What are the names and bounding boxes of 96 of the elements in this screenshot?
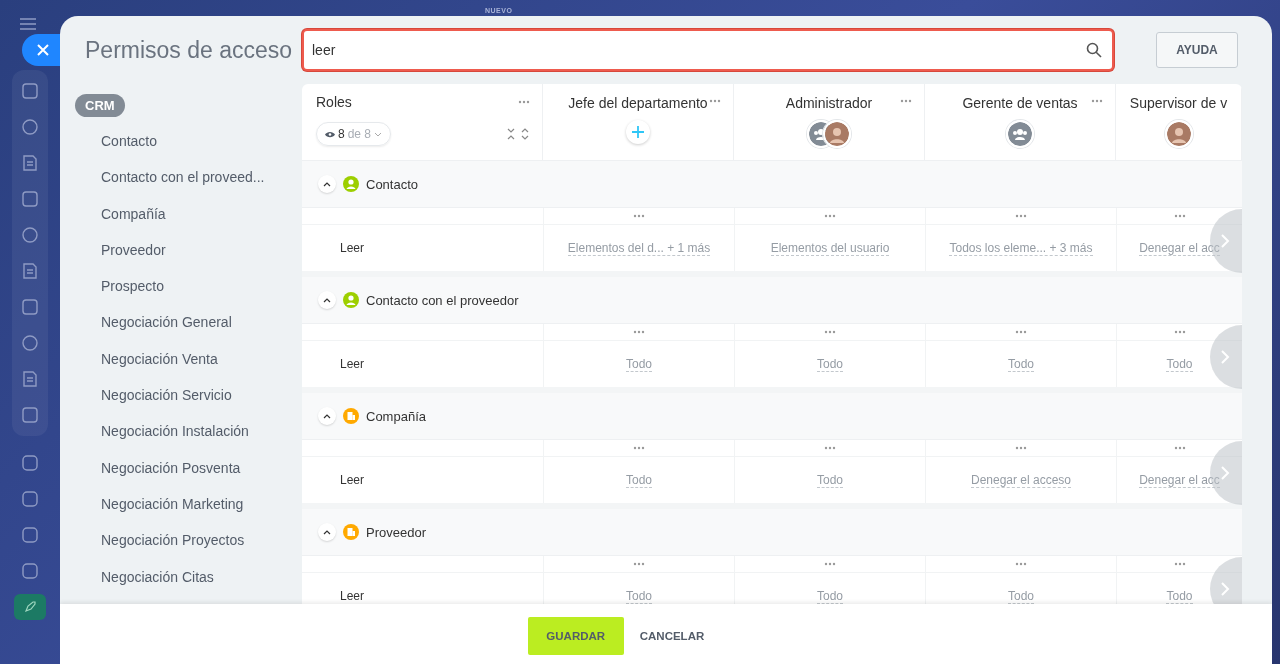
more-icon[interactable] — [633, 446, 645, 450]
more-icon[interactable] — [1015, 562, 1027, 566]
sidebar-item[interactable]: Contacto con el proveed... — [75, 159, 265, 196]
group-avatar-icon — [1006, 120, 1034, 148]
add-member-button[interactable] — [626, 120, 650, 144]
collapse-toggle[interactable] — [318, 175, 336, 193]
sidebar-item[interactable]: Negociación Venta — [75, 340, 218, 378]
visible-count: 8 — [338, 127, 345, 141]
chevron-right-icon — [1220, 581, 1230, 597]
more-icon[interactable] — [900, 99, 912, 103]
permission-label: Leer — [340, 589, 365, 603]
section-title: Contacto con el proveedor — [366, 292, 519, 308]
permission-value[interactable]: Todo — [626, 472, 652, 488]
chevron-right-icon — [1220, 349, 1230, 365]
more-icon[interactable] — [1015, 214, 1027, 218]
permission-value[interactable]: Todo — [817, 588, 843, 604]
sidebar-item[interactable]: Negociación Servicio — [75, 377, 232, 414]
user-avatar — [1164, 120, 1193, 148]
permission-value[interactable]: Todo — [1166, 588, 1193, 604]
close-icon — [37, 44, 49, 56]
section-title: Proveedor — [366, 524, 426, 540]
role-name: Administrador — [785, 95, 873, 111]
section-title: Contacto — [366, 176, 419, 192]
permission-label: Leer — [340, 357, 365, 371]
more-icon[interactable] — [633, 562, 645, 566]
more-icon[interactable] — [518, 100, 530, 104]
chevron-right-icon — [1220, 465, 1230, 481]
roles-header: Roles — [316, 94, 352, 110]
chevron-down-icon — [374, 131, 383, 137]
chevron-icon — [323, 413, 331, 419]
sidebar-item[interactable]: Negociación Instalación — [75, 413, 249, 450]
menu-icon[interactable] — [20, 18, 36, 30]
sidebar-item[interactable]: Negociación Marketing — [75, 485, 244, 523]
more-icon[interactable] — [824, 446, 836, 450]
more-icon[interactable] — [1015, 446, 1027, 450]
cancel-button[interactable]: CANCELAR — [629, 617, 715, 655]
permission-value[interactable]: Todo — [626, 588, 652, 604]
permission-value[interactable]: Denegar el acc — [1139, 472, 1220, 488]
permission-value[interactable]: Denegar el acceso — [970, 472, 1072, 488]
permission-value[interactable]: Elementos del d... + 1 más — [567, 240, 711, 256]
more-icon[interactable] — [824, 330, 836, 334]
expand-all-icon[interactable] — [520, 128, 530, 140]
more-icon[interactable] — [1091, 99, 1103, 103]
plus-icon — [632, 126, 644, 138]
rocket-button[interactable] — [14, 594, 46, 620]
role-name: Supervisor de v — [1129, 95, 1228, 111]
more-icon[interactable] — [633, 214, 645, 218]
permission-value[interactable]: Denegar el acc — [1139, 240, 1220, 256]
sidebar-item[interactable]: Compañía — [75, 195, 166, 232]
chevron-right-icon — [1220, 233, 1230, 249]
permission-value[interactable]: Todo — [1008, 356, 1034, 372]
permission-value[interactable]: Todo — [1008, 588, 1034, 604]
permission-label: Leer — [340, 241, 365, 255]
user-avatar — [823, 120, 851, 148]
eye-icon — [325, 130, 335, 138]
collapse-all-icon[interactable] — [506, 128, 516, 140]
chevron-icon — [323, 181, 331, 187]
permission-label: Leer — [340, 473, 365, 487]
role-name: Gerente de ventas — [962, 95, 1078, 111]
close-button[interactable] — [22, 34, 60, 66]
section-title: Compañía — [366, 408, 426, 424]
search-field[interactable]: leer — [302, 29, 1114, 71]
more-icon[interactable] — [824, 214, 836, 218]
permission-value[interactable]: Todos los eleme... + 3 más — [949, 240, 1093, 256]
sidebar-item[interactable]: Negociación Citas — [75, 558, 214, 595]
more-icon[interactable] — [633, 330, 645, 334]
save-button[interactable]: GUARDAR — [527, 617, 624, 655]
collapse-toggle[interactable] — [318, 407, 336, 425]
search-icon[interactable] — [1086, 42, 1102, 58]
collapse-toggle[interactable] — [318, 523, 336, 541]
collapse-toggle[interactable] — [318, 291, 336, 309]
sidebar-item[interactable]: Prospecto — [75, 268, 165, 305]
sidebar-item[interactable]: Negociación General — [75, 304, 232, 341]
permission-value[interactable]: Todo — [817, 472, 843, 488]
window-title: Permisos de acceso — [85, 36, 294, 64]
sidebar-item[interactable]: Negociación Posventa — [75, 449, 241, 486]
sidebar-item[interactable]: Proveedor — [75, 231, 166, 269]
more-icon[interactable] — [1015, 330, 1027, 334]
role-name: Jefe del departamento — [568, 95, 708, 111]
chevron-icon — [323, 529, 331, 535]
sidebar-item[interactable]: Negociación Proyectos — [75, 522, 245, 559]
chevron-icon — [323, 297, 331, 303]
more-icon[interactable] — [1173, 562, 1186, 566]
more-icon[interactable] — [1173, 214, 1186, 218]
permission-value[interactable]: Todo — [626, 356, 652, 372]
permission-value[interactable]: Todo — [1166, 356, 1193, 372]
permission-value[interactable]: Todo — [817, 356, 843, 372]
visible-total: de 8 — [347, 127, 372, 141]
more-icon[interactable] — [1173, 330, 1186, 334]
permission-value[interactable]: Elementos del usuario — [770, 240, 890, 256]
help-button[interactable]: AYUDA — [1156, 32, 1238, 68]
more-icon[interactable] — [1173, 446, 1186, 450]
sidebar-item[interactable]: Contacto — [75, 123, 158, 160]
more-icon[interactable] — [709, 99, 721, 103]
more-icon[interactable] — [824, 562, 836, 566]
crm-tag[interactable]: CRM — [75, 94, 125, 117]
